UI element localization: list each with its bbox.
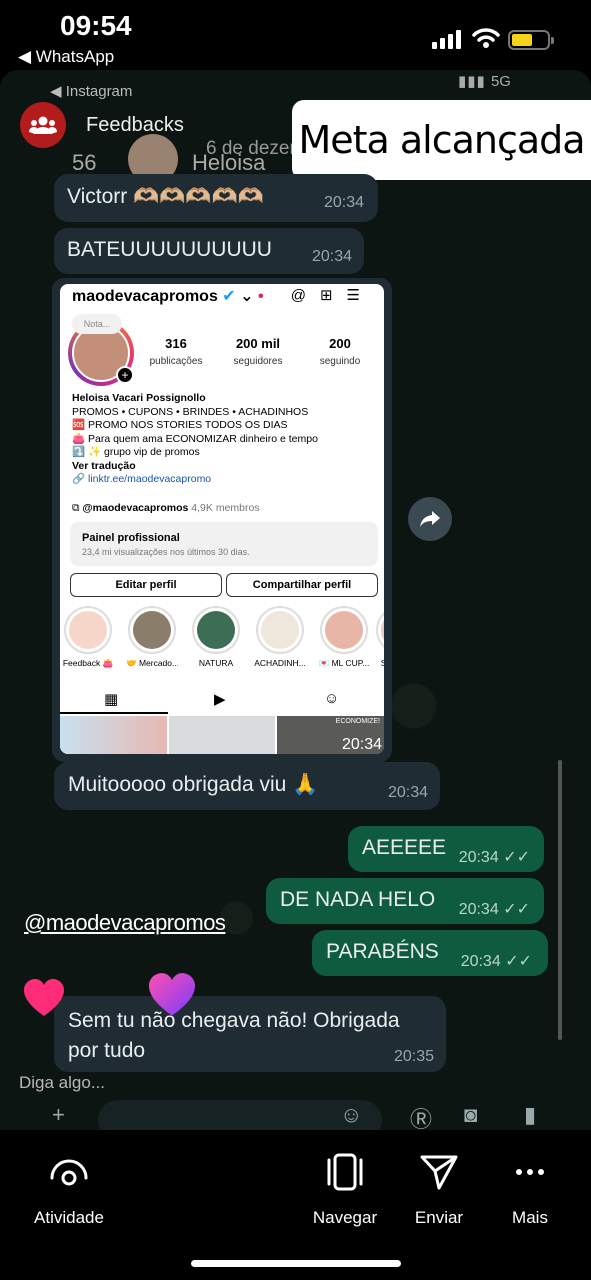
group-avatar[interactable] (20, 102, 66, 148)
home-indicator[interactable] (191, 1260, 401, 1267)
sticker-icon: ☺ (340, 1102, 363, 1127)
message-time: 20:35 (393, 1048, 434, 1065)
ig-edit-profile-button: Editar perfil (70, 573, 222, 597)
ig-highlight: 💌 ML CUP... (318, 606, 370, 669)
message-bubble[interactable]: Victorr 🫶🏼🫶🏼🫶🏼🫶🏼🫶🏼 20:34 (54, 174, 378, 222)
story-view[interactable]: ◀ Instagram ▮▮▮ 5G 56 Heloisa 6 de dezem… (0, 70, 591, 1130)
tagged-icon: ☺ (324, 690, 340, 707)
activity-icon (50, 1159, 88, 1186)
message-time: 20:34 (387, 784, 428, 801)
more-icon (516, 1169, 544, 1175)
story-group-name[interactable]: Feedbacks (86, 114, 184, 137)
ig-post-grid: ECONOMIZE! (60, 716, 384, 754)
message-bubble[interactable]: Sem tu não chegava não! Obrigada por tud… (54, 996, 446, 1072)
ig-stat: 316 publicações (149, 336, 203, 367)
ig-share-profile-button: Compartilhar perfil (226, 573, 378, 597)
cell-signal-icon (432, 30, 461, 49)
more-label: Mais (512, 1208, 548, 1227)
inner-network: ▮▮▮ 5G (458, 73, 511, 90)
ig-highlight: So (376, 606, 384, 668)
message-bubble[interactable]: PARABÉNS 20:34 ✓✓ (312, 930, 548, 976)
story-action-bar: Atividade Navegar Enviar Mais (0, 1130, 591, 1280)
activity-button[interactable]: Atividade (26, 1150, 112, 1228)
group-icon (29, 116, 57, 134)
message-text: DE NADA HELO (280, 888, 436, 911)
message-text: AEEEEE (362, 836, 447, 859)
reply-input[interactable]: Diga algo... (19, 1073, 105, 1093)
browse-button[interactable]: Navegar (306, 1150, 384, 1228)
reels-icon: ▶ (214, 691, 226, 708)
message-bubble[interactable]: BATEUUUUUUUUUU 20:34 (54, 228, 364, 274)
message-text: BATEUUUUUUUUUU (67, 238, 272, 261)
meta-sticker: Meta alcançada (292, 100, 591, 180)
pink-heart-sticker (24, 979, 64, 1016)
ig-highlight: Feedback 👛 (62, 606, 114, 669)
ig-stat: 200 mil seguidores (233, 336, 283, 367)
payment-icon: Ⓡ (410, 1107, 433, 1130)
mention-sticker[interactable]: @maodevacapromos (24, 910, 226, 936)
read-check-icon: ✓✓ (505, 953, 532, 970)
plus-icon: + (52, 1102, 65, 1127)
ig-highlight: NATURA (190, 606, 242, 668)
ig-tab-indicator (60, 712, 168, 714)
ig-note: Nota... (72, 314, 122, 334)
send-label: Enviar (414, 1208, 464, 1227)
message-bubble[interactable]: Muitooooo obrigada viu 🙏 20:34 (54, 762, 440, 810)
ig-tabs: ▦ ▶ ☺ (60, 684, 384, 714)
plus-icon: + (116, 366, 134, 384)
forward-icon (420, 511, 440, 527)
message-bubble[interactable]: DE NADA HELO 20:34 ✓✓ (266, 878, 544, 924)
message-time: 20:34 (311, 248, 352, 265)
message-text: Sem tu não chegava não! Obrigada por tud… (68, 1009, 400, 1062)
ig-community: ⧉ @maodevacapromos 4,9K membros (72, 502, 260, 514)
status-bar: 09:54 ◀ WhatsApp (0, 0, 591, 70)
more-button[interactable]: Mais (500, 1150, 560, 1228)
message-bubble[interactable]: AEEEEE 20:34 ✓✓ (348, 826, 544, 872)
ig-highlight: 🤝 Mercado... (126, 606, 178, 669)
ig-pro-panel: Painel profissional 23,4 mi visualizaçõe… (70, 522, 378, 566)
mic-icon: ▮ (524, 1102, 537, 1127)
message-time: 20:34 (341, 736, 382, 753)
read-check-icon: ✓✓ (503, 849, 530, 866)
battery-icon (508, 30, 554, 50)
message-time: 20:34 ✓✓ (458, 849, 530, 866)
forward-button[interactable] (408, 497, 452, 541)
ig-highlight: ACHADINH... (254, 606, 306, 668)
message-time: 20:34 ✓✓ (458, 901, 530, 918)
message-text: Muitooooo obrigada viu 🙏 (68, 773, 319, 796)
message-time: 20:34 ✓✓ (460, 953, 532, 970)
instagram-profile-screenshot: maodevacapromos ✔ ⌄ • @⊞☰ Nota... + 316 p… (60, 284, 384, 754)
read-check-icon: ✓✓ (503, 901, 530, 918)
camera-icon: ◙ (464, 1102, 478, 1127)
image-message[interactable]: maodevacapromos ✔ ⌄ • @⊞☰ Nota... + 316 p… (52, 278, 392, 762)
message-time: 20:34 (323, 194, 364, 211)
ig-bio: Heloisa Vacari Possignollo PROMOS • CUPO… (72, 392, 318, 485)
ig-username: maodevacapromos ✔ ⌄ • (72, 288, 264, 305)
send-icon (420, 1155, 458, 1190)
status-time: 09:54 (60, 10, 132, 41)
grid-icon: ▦ (104, 691, 119, 708)
message-text: Victorr 🫶🏼🫶🏼🫶🏼🫶🏼🫶🏼 (67, 185, 264, 208)
browse-icon (327, 1153, 363, 1191)
activity-label: Atividade (34, 1208, 104, 1227)
browse-label: Navegar (312, 1208, 378, 1227)
back-to-app-link[interactable]: ◀ WhatsApp (18, 47, 114, 67)
wifi-icon (472, 28, 500, 48)
ghost-count: 56 (72, 150, 97, 175)
scrollbar (558, 760, 562, 1040)
ig-stat: 200 seguindo (319, 336, 361, 367)
send-button[interactable]: Enviar (408, 1150, 470, 1228)
purple-heart-sticker (149, 973, 195, 1016)
message-text: PARABÉNS (326, 940, 439, 963)
ig-top-icons: @⊞☰ (290, 287, 374, 304)
